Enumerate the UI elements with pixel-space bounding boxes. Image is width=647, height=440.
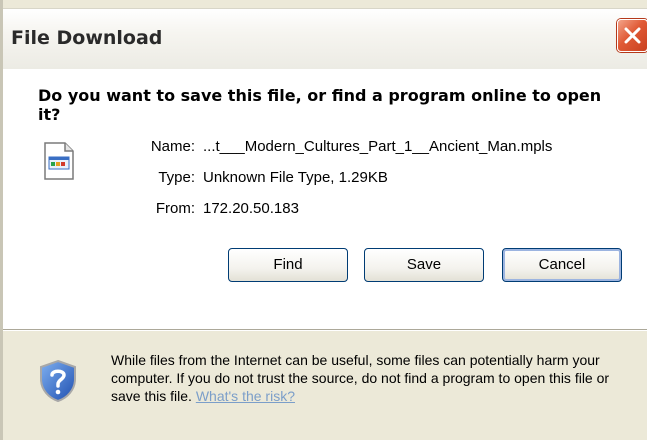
file-type-label: Type: [158,169,195,186]
warning-message: While files from the Internet can be use… [111,351,631,405]
dialog-content: Do you want to save this file, or find a… [3,69,647,329]
warning-section: While files from the Internet can be use… [3,331,647,440]
close-icon [624,27,641,44]
file-name-label: Name: [150,138,195,155]
file-from-value: 172.20.50.183 [203,200,299,217]
warning-text: While files from the Internet can be use… [111,352,610,404]
file-from-label: From: [155,200,195,217]
save-button[interactable]: Save [364,248,484,282]
shield-help-icon [40,359,76,403]
file-download-dialog: File Download Do you want to save this f… [0,0,647,440]
dialog-title: File Download [11,27,163,49]
download-question: Do you want to save this file, or find a… [38,86,602,124]
close-button[interactable] [617,19,647,52]
file-name-value: ...t___Modern_Cultures_Part_1__Ancient_M… [203,138,553,155]
find-button[interactable]: Find [228,248,348,282]
file-type-value: Unknown File Type, 1.29KB [203,169,388,186]
whats-the-risk-link[interactable]: What's the risk? [196,388,295,404]
title-bar[interactable]: File Download [3,8,647,70]
cancel-button[interactable]: Cancel [502,248,622,282]
file-icon [44,142,74,180]
